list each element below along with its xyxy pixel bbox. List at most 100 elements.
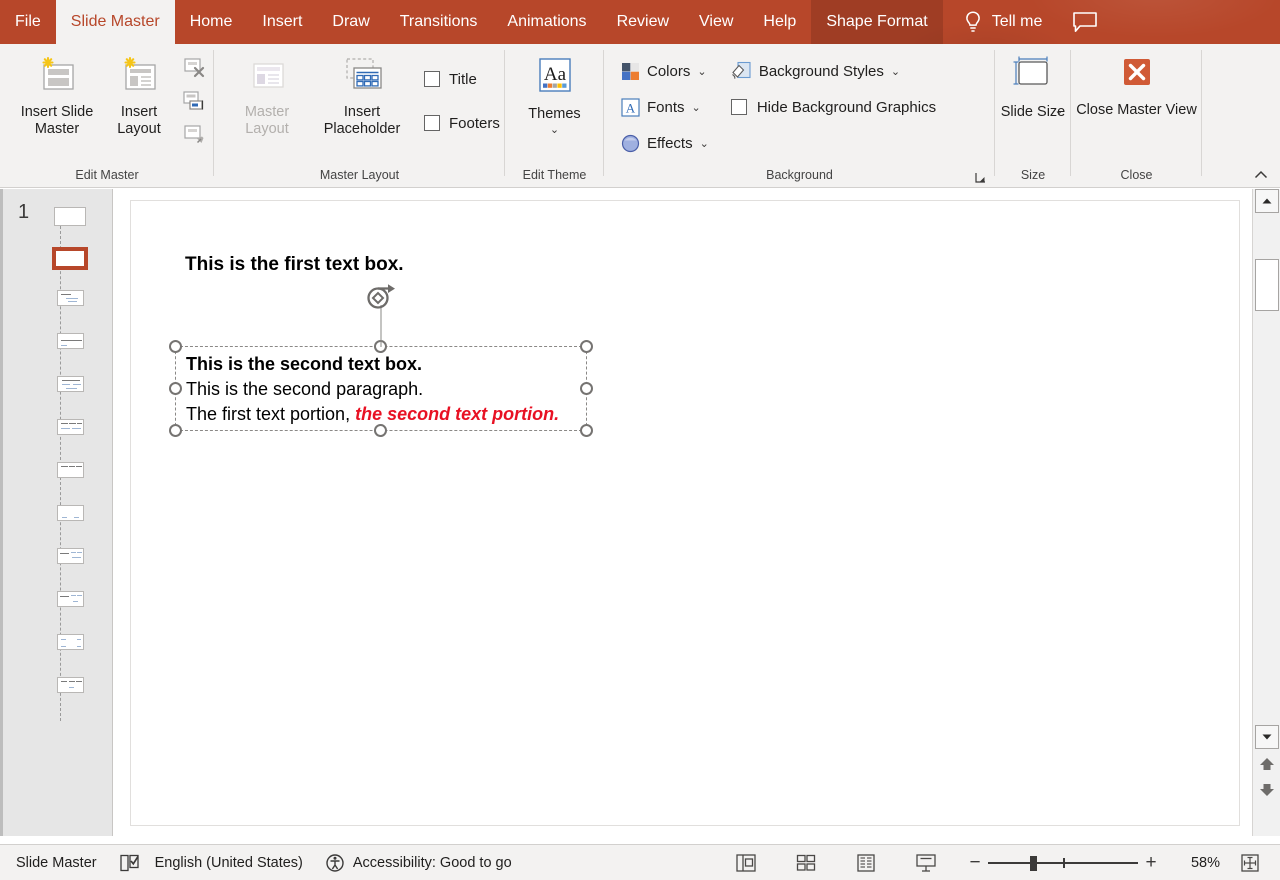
theme-colors-button[interactable]: Colors ⌄ [621, 56, 709, 86]
title-checkbox-row[interactable]: Title [424, 64, 500, 94]
slide-sorter-button[interactable] [786, 848, 826, 878]
footers-checkbox[interactable] [424, 115, 440, 131]
status-view-label: Slide Master [16, 854, 97, 871]
layout-thumbnail-10[interactable] [57, 634, 84, 650]
layout-thumbnail-5[interactable] [57, 419, 84, 435]
tab-help[interactable]: Help [748, 0, 811, 44]
themes-button[interactable]: Aa Themes ⌄ [516, 50, 594, 136]
preserve-master-button[interactable] [180, 119, 210, 149]
status-view-name[interactable]: Slide Master [16, 855, 97, 871]
vertical-scrollbar[interactable] [1252, 189, 1280, 836]
resize-handle-bottom-right[interactable] [580, 424, 593, 437]
layout-thumbnail-6[interactable] [57, 462, 84, 478]
layout-thumbnail-9[interactable] [57, 591, 84, 607]
background-styles-chevron-down-icon[interactable]: ⌄ [891, 65, 900, 78]
theme-effects-button[interactable]: Effects ⌄ [621, 128, 709, 158]
next-slide-button[interactable] [1258, 779, 1276, 799]
ribbon-group-close: Close Master View Close [1071, 44, 1202, 188]
delete-layout-button[interactable] [180, 53, 210, 83]
title-checkbox[interactable] [424, 71, 440, 87]
slideshow-button[interactable] [906, 848, 946, 878]
resize-handle-bottom-left[interactable] [169, 424, 182, 437]
slide-thumbnail-pane[interactable]: 1 [0, 189, 113, 836]
background-styles-button[interactable]: Background Styles ⌄ [731, 56, 936, 86]
tab-view[interactable]: View [684, 0, 748, 44]
hide-background-graphics-row[interactable]: Hide Background Graphics [730, 92, 936, 122]
ribbon-group-label-edit-theme: Edit Theme [522, 168, 587, 182]
resize-handle-bottom-center[interactable] [374, 424, 387, 437]
resize-handle-middle-left[interactable] [169, 381, 182, 395]
tab-transitions[interactable]: Transitions [385, 0, 493, 44]
tab-file[interactable]: File [0, 0, 56, 44]
resize-handle-top-right[interactable] [580, 340, 593, 353]
master-layout-button[interactable]: Master Layout [228, 50, 306, 138]
tab-draw[interactable]: Draw [317, 0, 384, 44]
rotation-handle[interactable] [363, 283, 399, 318]
zoom-level-label: 58% [1190, 854, 1220, 871]
language-status[interactable]: English (United States) [155, 855, 303, 871]
theme-fonts-button[interactable]: A Fonts ⌄ [621, 92, 709, 122]
collapse-ribbon-button[interactable] [1252, 166, 1270, 184]
zoom-slider-handle[interactable] [1030, 855, 1037, 871]
effects-label: Effects [647, 134, 693, 152]
colors-chevron-down-icon[interactable]: ⌄ [697, 65, 706, 78]
tell-me-box[interactable]: Tell me [943, 0, 1057, 44]
effects-chevron-down-icon[interactable]: ⌄ [700, 137, 709, 150]
tab-insert[interactable]: Insert [247, 0, 317, 44]
slide-master-thumbnail[interactable] [54, 207, 86, 226]
layout-thumbnail-7[interactable] [57, 505, 84, 521]
hide-background-graphics-checkbox[interactable] [730, 99, 747, 115]
tab-home[interactable]: Home [175, 0, 248, 44]
accessibility-status[interactable]: Accessibility: Good to go [325, 853, 512, 873]
normal-view-button[interactable] [726, 848, 766, 878]
resize-handle-middle-right[interactable] [580, 381, 593, 395]
ribbon-group-label-edit-master: Edit Master [75, 168, 139, 182]
ribbon: Insert Slide Master Insert Layout Edit M… [0, 44, 1280, 188]
fonts-chevron-down-icon[interactable]: ⌄ [692, 101, 701, 114]
footers-checkbox-row[interactable]: Footers [424, 108, 500, 138]
fit-slide-to-window-button[interactable] [1230, 848, 1270, 878]
slide-size-button[interactable]: Slide Size ⌄ [994, 50, 1072, 120]
layout-thumbnail-1[interactable] [52, 247, 88, 270]
slide-canvas[interactable]: This is the first text box. This is the … [130, 200, 1240, 826]
insert-placeholder-label: Insert Placeholder [323, 104, 401, 137]
scroll-up-button[interactable] [1255, 189, 1279, 213]
spellcheck-status[interactable] [119, 853, 141, 873]
layout-thumbnail-11[interactable] [57, 677, 84, 693]
insert-placeholder-icon [346, 58, 382, 89]
scroll-down-button[interactable] [1255, 725, 1279, 749]
ribbon-tabbar: File Slide Master Home Insert Draw Trans… [0, 0, 1280, 44]
zoom-in-button[interactable]: + [1138, 853, 1164, 872]
zoom-level-display[interactable]: 58% [1176, 855, 1220, 871]
insert-slide-master-button[interactable]: Insert Slide Master [18, 50, 96, 138]
reading-view-button[interactable] [846, 848, 886, 878]
layout-thumbnail-2[interactable] [57, 290, 84, 306]
slide-size-icon [1013, 56, 1048, 85]
insert-placeholder-button[interactable]: Insert Placeholder [308, 50, 416, 138]
themes-chevron-down-icon[interactable]: ⌄ [550, 123, 559, 136]
layout-thumbnail-3[interactable] [57, 333, 84, 349]
dialog-launcher-icon [975, 173, 985, 183]
close-master-view-button[interactable]: Close Master View [1076, 50, 1197, 119]
rename-layout-button[interactable] [180, 86, 210, 116]
comments-button[interactable] [1056, 0, 1114, 44]
insert-layout-button[interactable]: Insert Layout [100, 50, 178, 138]
slide-size-chevron-down-icon[interactable]: ⌄ [1054, 104, 1063, 117]
layout-thumbnail-4[interactable] [57, 376, 84, 392]
previous-slide-button[interactable] [1258, 755, 1276, 775]
selected-text-box[interactable]: This is the second text box. This is the… [169, 284, 593, 437]
zoom-out-button[interactable]: − [962, 853, 988, 872]
zoom-slider[interactable] [988, 854, 1138, 872]
tab-animations[interactable]: Animations [492, 0, 601, 44]
resize-handle-top-left[interactable] [169, 340, 182, 353]
tab-slide-master[interactable]: Slide Master [55, 0, 175, 44]
status-bar: Slide Master English (United States) Acc… [0, 844, 1280, 880]
layout-thumbnail-8[interactable] [57, 548, 84, 564]
tell-me-label: Tell me [991, 13, 1043, 30]
scrollbar-thumb[interactable] [1255, 259, 1279, 311]
zoom-slider-midpoint [1063, 857, 1065, 868]
background-dialog-launcher[interactable] [973, 170, 989, 186]
tab-shape-format[interactable]: Shape Format [811, 0, 943, 44]
first-text-box[interactable]: This is the first text box. [185, 254, 404, 276]
tab-review[interactable]: Review [602, 0, 684, 44]
